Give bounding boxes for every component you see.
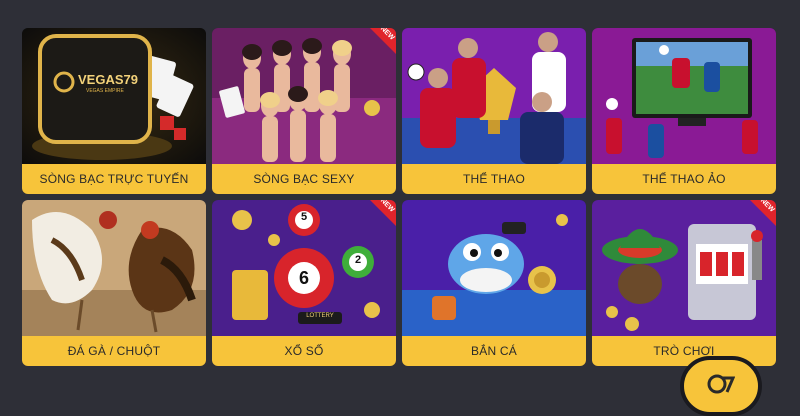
card-label: BẮN CÁ — [402, 336, 586, 366]
floating-chat-button[interactable] — [680, 356, 762, 416]
card-tro-choi[interactable]: NEW TRÒ CHƠI — [592, 200, 776, 366]
card-label: THỂ THAO — [402, 164, 586, 194]
card-label: SÒNG BẠC TRỰC TUYẾN — [22, 164, 206, 194]
lottery-ball-6: 6 — [298, 268, 309, 288]
cockfight-art — [22, 200, 206, 336]
card-ban-ca[interactable]: BẮN CÁ — [402, 200, 586, 366]
card-xo-so[interactable]: 5 6 2 LOTTERY NEW XỔ SỐ — [212, 200, 396, 366]
vegas79-logo-icon — [707, 374, 735, 394]
sexy-casino-art — [212, 28, 396, 164]
game-category-grid: VEGAS79 VEGAS EMPIRE SÒNG BẠC TRỰC TUYẾN — [0, 0, 800, 400]
card-label: ĐÁ GÀ / CHUỘT — [22, 336, 206, 366]
card-label: XỔ SỐ — [212, 336, 396, 366]
lottery-ball-2: 2 — [354, 254, 362, 266]
card-label: SÒNG BẠC SEXY — [212, 164, 396, 194]
sports-art — [402, 28, 586, 164]
card-song-bac-sexy[interactable]: NEW SÒNG BẠC SEXY — [212, 28, 396, 194]
virtual-sports-art — [592, 28, 776, 164]
fish-shooting-art — [402, 200, 586, 336]
games-art — [592, 200, 776, 336]
card-da-ga-chuot[interactable]: ĐÁ GÀ / CHUỘT — [22, 200, 206, 366]
live-casino-art: VEGAS79 VEGAS EMPIRE — [22, 28, 206, 164]
lottery-ball-5: 5 — [300, 211, 308, 223]
card-the-thao-ao[interactable]: THỂ THAO ẢO — [592, 28, 776, 194]
lottery-banner: LOTTERY — [306, 313, 334, 319]
vegas79-logo-subtext: VEGAS EMPIRE — [86, 88, 124, 94]
card-song-bac-truc-tuyen[interactable]: VEGAS79 VEGAS EMPIRE SÒNG BẠC TRỰC TUYẾN — [22, 28, 206, 194]
vegas79-logo-text: VEGAS79 — [78, 72, 138, 87]
card-label: THỂ THAO ẢO — [592, 164, 776, 194]
lottery-art: 5 6 2 LOTTERY — [212, 200, 396, 336]
card-the-thao[interactable]: THỂ THAO — [402, 28, 586, 194]
